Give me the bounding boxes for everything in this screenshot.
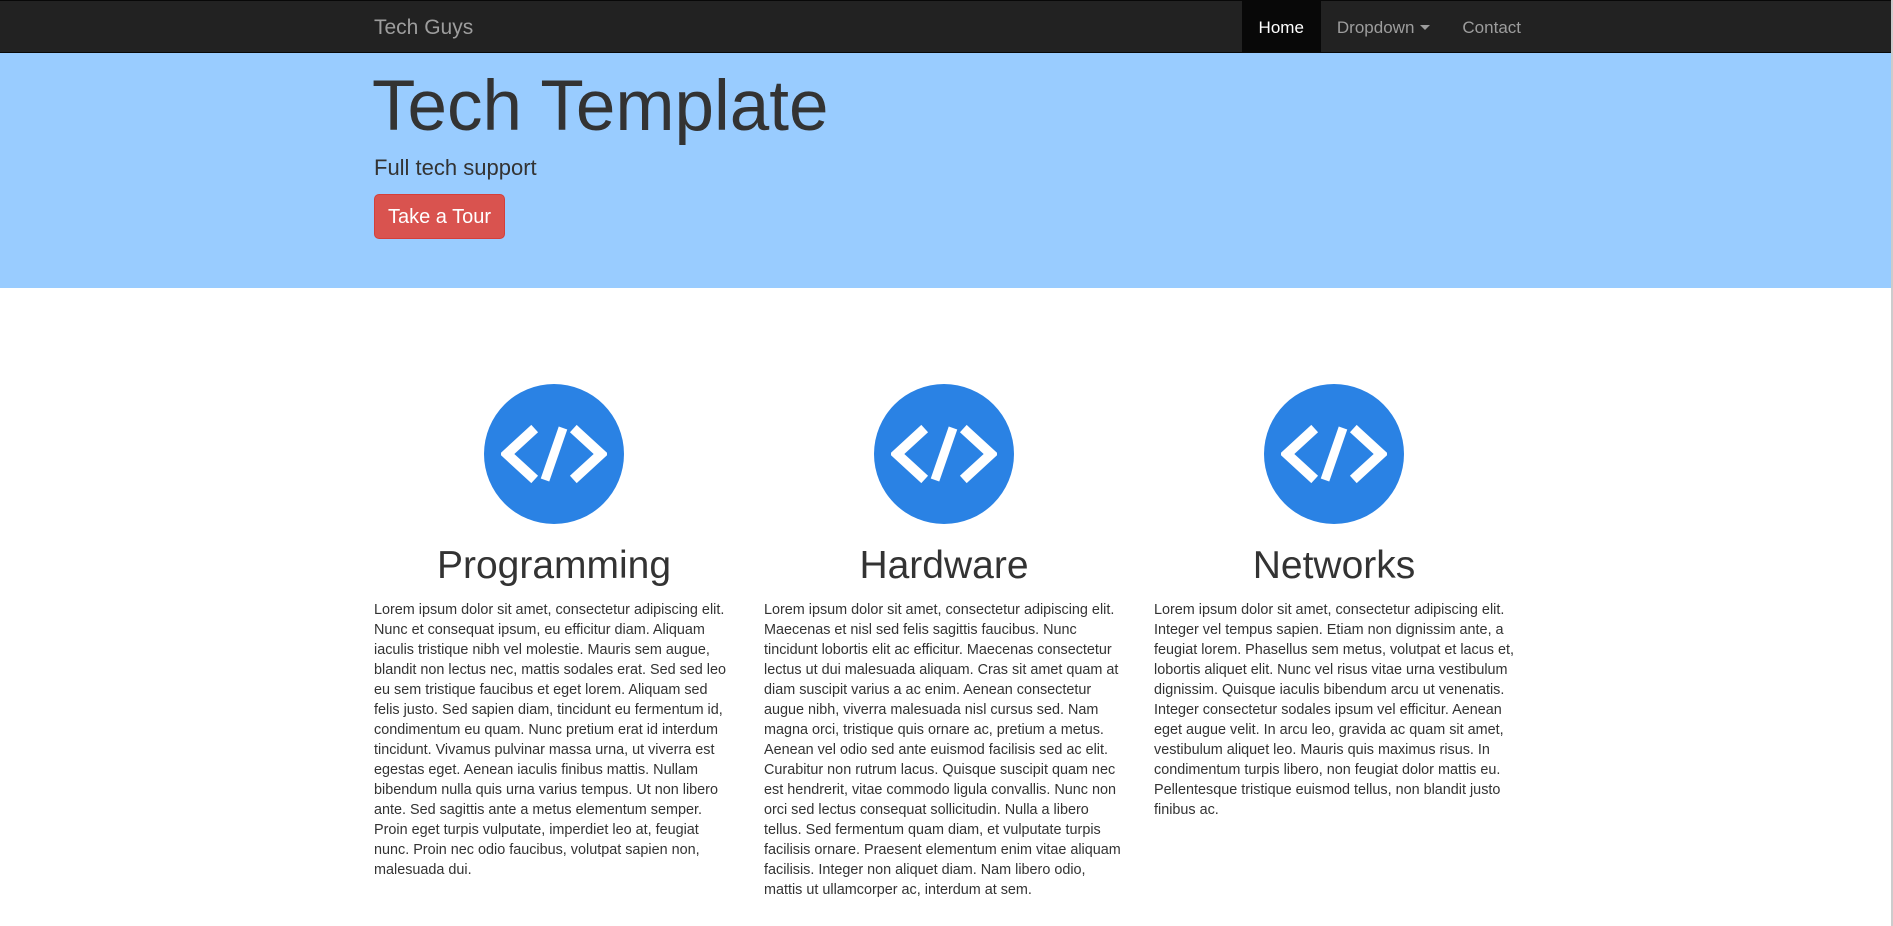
feature-text: Lorem ipsum dolor sit amet, consectetur … — [764, 602, 1121, 898]
feature-title: Networks — [1252, 544, 1416, 587]
feature-title: Hardware — [859, 544, 1029, 587]
nav-item-label: Dropdown — [1336, 17, 1415, 37]
nav-item-home[interactable]: Home — [1241, 1, 1321, 54]
code-icon — [1264, 384, 1404, 524]
hero-title: Tech Template — [372, 67, 829, 146]
caret-down-icon — [1420, 25, 1431, 30]
brand-link[interactable]: Tech Guys — [374, 17, 473, 39]
hero-lead: Full tech support — [374, 155, 537, 180]
feature-title: Programming — [436, 544, 672, 587]
take-a-tour-button[interactable]: Take a Tour — [374, 194, 505, 239]
nav-item-contact[interactable]: Contact — [1446, 1, 1537, 54]
nav-menu: Home Dropdown Contact — [1241, 1, 1537, 54]
nav-item-label: Home — [1258, 17, 1304, 37]
feature-hardware: Hardware Lorem ipsum dolor sit amet, con… — [764, 384, 1124, 900]
code-icon — [874, 384, 1014, 524]
top-navbar: Tech Guys Home Dropdown Contact — [0, 0, 1893, 54]
jumbotron: Tech Template Full tech support Take a T… — [0, 53, 1893, 288]
feature-text: Lorem ipsum dolor sit amet, consectetur … — [1154, 602, 1514, 818]
nav-item-dropdown[interactable]: Dropdown — [1321, 1, 1447, 54]
feature-programming: Programming Lorem ipsum dolor sit amet, … — [374, 384, 734, 880]
feature-text: Lorem ipsum dolor sit amet, consectetur … — [374, 602, 726, 878]
feature-networks: Networks Lorem ipsum dolor sit amet, con… — [1154, 384, 1514, 820]
code-icon — [484, 384, 624, 524]
nav-item-label: Contact — [1462, 17, 1521, 37]
